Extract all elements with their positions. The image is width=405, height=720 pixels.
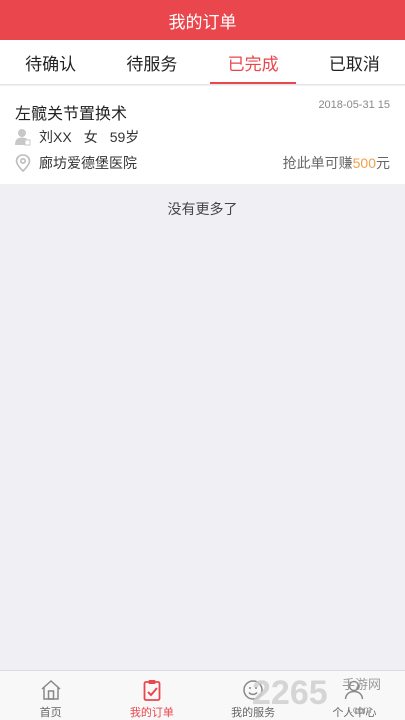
tab-completed[interactable]: 已完成 xyxy=(203,40,304,84)
svg-text:手游网: 手游网 xyxy=(342,677,381,692)
app-header: 我的订单 xyxy=(0,0,405,40)
reward-info: 抢此单可赚500元 xyxy=(283,153,390,173)
tab-pending-service[interactable]: 待服务 xyxy=(101,40,202,84)
tabbar-home[interactable]: 首页 xyxy=(0,671,101,720)
page-title: 我的订单 xyxy=(168,12,237,32)
patient-age: 59岁 xyxy=(109,129,140,145)
patient-icon xyxy=(15,128,31,146)
home-icon xyxy=(41,679,61,700)
location-pin-icon xyxy=(15,154,31,172)
reward-unit: 元 xyxy=(376,155,390,171)
patient-name: 刘XX xyxy=(39,129,72,145)
order-status-tabs: 待确认 待服务 已完成 已取消 xyxy=(0,40,405,85)
tabbar-my-orders-label: 我的订单 xyxy=(129,707,174,719)
order-clipboard-icon xyxy=(143,680,161,701)
order-title: 左髋关节置换术 xyxy=(15,106,128,123)
patient-gender: 女 xyxy=(83,129,98,145)
hospital-name: 廊坊爱德堡医院 xyxy=(39,155,137,171)
reward-amount: 500 xyxy=(352,155,376,171)
list-end-text: 没有更多了 xyxy=(167,201,238,217)
hospital-info: 廊坊爱德堡医院 xyxy=(15,153,137,173)
tabbar-home-label: 首页 xyxy=(39,707,62,719)
patient-info: 刘XX 女 59岁 xyxy=(15,127,139,147)
svg-text:2265: 2265 xyxy=(252,674,328,712)
tabbar-my-orders[interactable]: 我的订单 xyxy=(101,671,202,720)
order-date: 2018-05-31 15 xyxy=(318,99,390,111)
tab-pending-confirm[interactable]: 待确认 xyxy=(0,40,101,84)
tab-cancelled[interactable]: 已取消 xyxy=(304,40,405,84)
order-card[interactable]: 左髋关节置换术 2018-05-31 15 刘XX 女 59岁 廊坊爱德堡医院 … xyxy=(0,86,405,184)
watermark-logo: 2265 手游网 .com xyxy=(252,674,381,716)
svg-text:.com: .com xyxy=(350,705,372,716)
reward-prefix: 抢此单可赚 xyxy=(282,155,353,171)
